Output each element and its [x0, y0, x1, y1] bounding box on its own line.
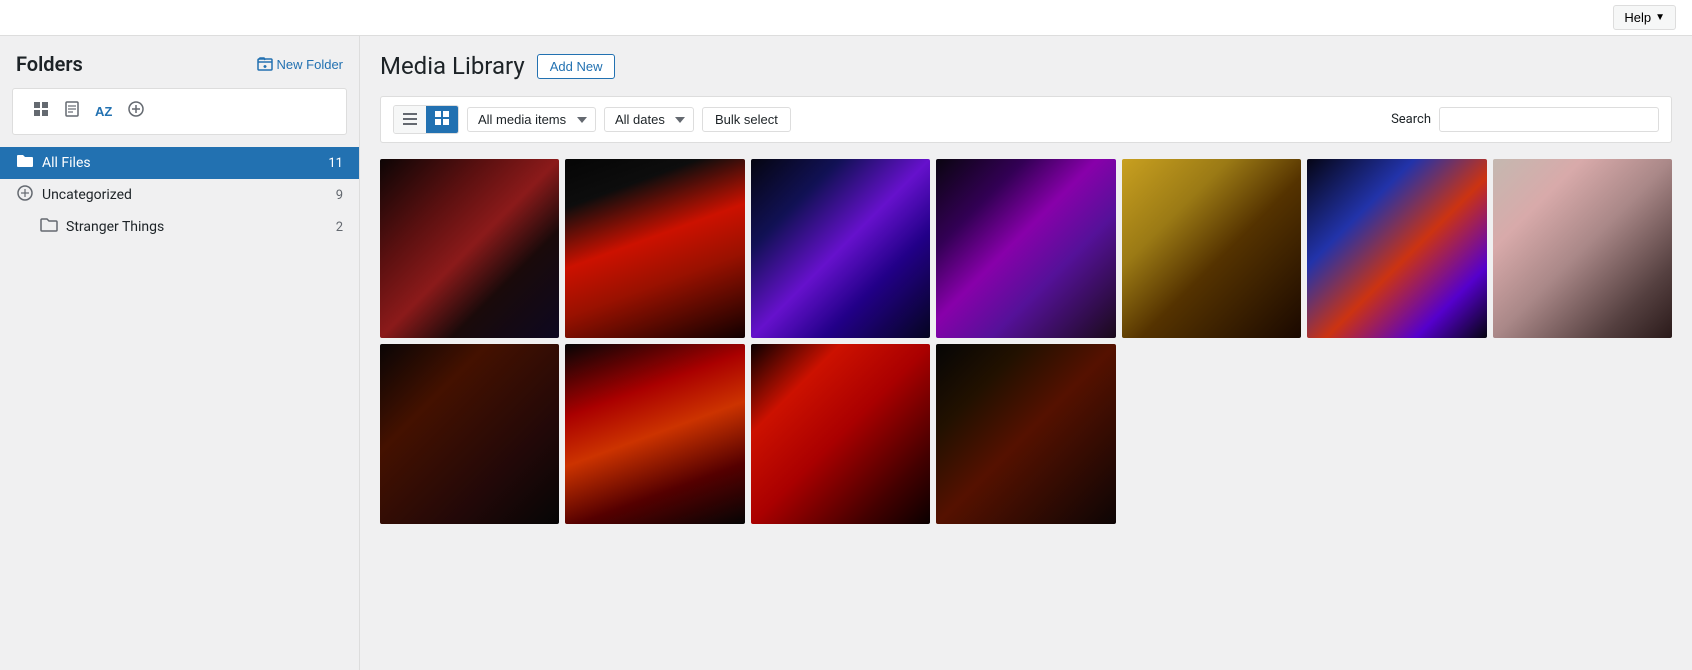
media-grid — [380, 159, 1672, 524]
folder-left: Stranger Things — [40, 217, 164, 237]
sidebar-tool-doc-button[interactable] — [57, 97, 87, 126]
folder-all-files-label: All Files — [42, 155, 91, 171]
list-view-button[interactable] — [394, 106, 426, 133]
sidebar-grid-icon — [33, 101, 49, 117]
search-area: Search — [1391, 107, 1659, 132]
folder-all-files-count: 11 — [328, 156, 343, 171]
media-item[interactable] — [565, 344, 744, 523]
folder-list: All Files 11 Uncategorized 9 — [0, 147, 359, 243]
page-title: Media Library — [380, 52, 525, 80]
content-header: Media Library Add New — [380, 52, 1672, 80]
folder-left: Uncategorized — [16, 185, 132, 205]
media-filter-select[interactable]: All media items Images Audio Video — [467, 107, 596, 132]
folder-uncategorized-label: Uncategorized — [42, 187, 132, 203]
sidebar-toolbar: AZ — [12, 88, 347, 135]
search-label: Search — [1391, 112, 1431, 127]
search-input[interactable] — [1439, 107, 1659, 132]
help-label: Help — [1624, 10, 1651, 25]
folder-left: All Files — [16, 153, 91, 173]
help-chevron-icon: ▼ — [1655, 12, 1665, 23]
media-item[interactable] — [936, 344, 1115, 523]
new-folder-button[interactable]: New Folder — [257, 56, 343, 72]
filters-bar: All media items Images Audio Video All d… — [380, 96, 1672, 143]
media-item[interactable] — [380, 344, 559, 523]
media-item-partial[interactable] — [1493, 159, 1672, 338]
content-area: Media Library Add New — [360, 36, 1692, 670]
grid-view-icon — [435, 111, 449, 125]
sort-az-icon: AZ — [95, 104, 112, 119]
media-item[interactable] — [565, 159, 744, 338]
date-filter-select[interactable]: All dates 2024 2023 — [604, 107, 694, 132]
folder-item-all-files[interactable]: All Files 11 — [0, 147, 359, 179]
list-view-icon — [403, 113, 417, 125]
folder-blue-icon — [16, 153, 34, 173]
media-item[interactable] — [1307, 159, 1486, 338]
folder-item-uncategorized[interactable]: Uncategorized 9 — [0, 179, 359, 211]
view-toggle — [393, 105, 459, 134]
sidebar-tool-sort-button[interactable]: AZ — [87, 99, 120, 125]
sidebar-title: Folders — [16, 52, 83, 76]
sidebar: Folders New Folder — [0, 36, 360, 670]
new-folder-label: New Folder — [277, 57, 343, 72]
media-item[interactable] — [751, 159, 930, 338]
sidebar-more-icon — [128, 101, 144, 117]
media-item[interactable] — [751, 344, 930, 523]
folder-stranger-things-label: Stranger Things — [66, 219, 164, 235]
bulk-select-button[interactable]: Bulk select — [702, 107, 791, 132]
sidebar-tool-grid-button[interactable] — [25, 97, 57, 126]
sidebar-header: Folders New Folder — [0, 52, 359, 88]
tag-icon — [16, 185, 34, 205]
top-bar: Help ▼ — [0, 0, 1692, 36]
media-item[interactable] — [1122, 159, 1301, 338]
folder-stranger-things-count: 2 — [336, 220, 343, 235]
media-item[interactable] — [380, 159, 559, 338]
folder-item-stranger-things[interactable]: Stranger Things 2 — [0, 211, 359, 243]
new-folder-icon — [257, 56, 273, 72]
sidebar-doc-icon — [65, 101, 79, 117]
add-new-button[interactable]: Add New — [537, 54, 616, 79]
folder-uncategorized-count: 9 — [336, 188, 343, 203]
grid-view-button[interactable] — [426, 106, 458, 133]
media-item[interactable] — [936, 159, 1115, 338]
folder-icon — [40, 217, 58, 237]
sidebar-tool-more-button[interactable] — [120, 97, 152, 126]
main-layout: Folders New Folder — [0, 36, 1692, 670]
help-button[interactable]: Help ▼ — [1613, 5, 1676, 30]
